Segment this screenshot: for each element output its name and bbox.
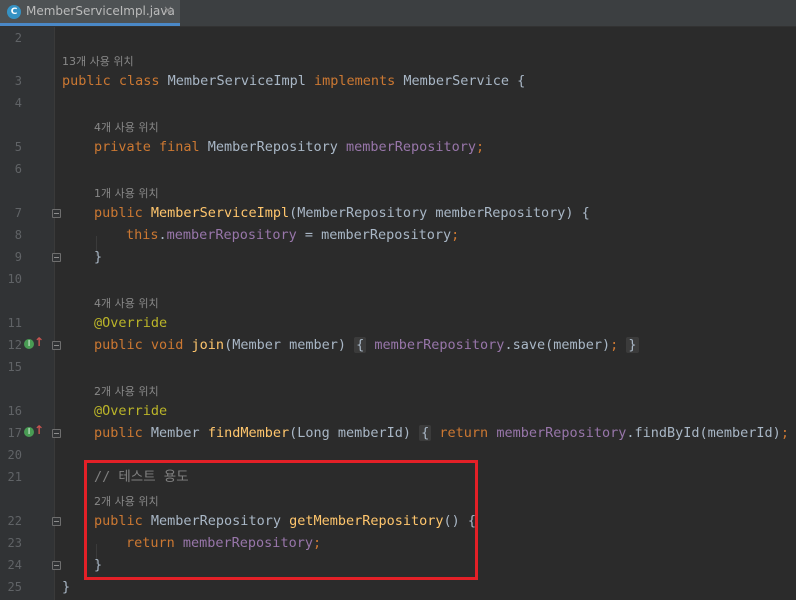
line-number: 23 (7, 536, 22, 550)
line-number: 7 (14, 206, 22, 220)
fold-toggle-icon[interactable] (52, 341, 61, 350)
code-line: 5 private final MemberRepository memberR… (0, 136, 796, 158)
line-number: 16 (7, 404, 22, 418)
usages-hint[interactable]: 4개 사용 위치 (94, 295, 159, 311)
override-annotation: @Override (94, 403, 168, 419)
arrow-up-icon[interactable]: ↑ (34, 335, 44, 349)
code-line: 12 I ↑ public void join(Member member) {… (0, 334, 796, 356)
line-number: 21 (7, 470, 22, 484)
fold-toggle-icon[interactable] (52, 253, 61, 262)
closing-brace: } (94, 249, 103, 265)
fold-toggle-icon[interactable] (52, 429, 61, 438)
editor-tab-bar: C MemberServiceImpl.java × (0, 0, 796, 27)
constructor-declaration: public MemberServiceImpl(MemberRepositor… (94, 205, 590, 221)
line-number: 10 (7, 272, 22, 286)
field-assignment: this.memberRepository = memberRepository… (126, 227, 460, 243)
code-line: 4개 사용 위치 (0, 291, 796, 313)
line-number: 9 (14, 250, 22, 264)
line-number: 25 (7, 580, 22, 594)
code-line: 10 (0, 268, 796, 290)
line-number: 6 (14, 162, 22, 176)
highlight-box (84, 460, 478, 580)
code-line: 9 } (0, 246, 796, 268)
usages-hint[interactable]: 2개 사용 위치 (94, 383, 159, 399)
code-line: 1개 사용 위치 (0, 181, 796, 203)
line-number: 8 (14, 228, 22, 242)
line-number: 11 (7, 316, 22, 330)
line-number: 2 (14, 31, 22, 45)
usages-hint[interactable]: 4개 사용 위치 (94, 119, 159, 135)
code-line: 3 public class MemberServiceImpl impleme… (0, 70, 796, 92)
usages-hint[interactable]: 13개 사용 위치 (62, 53, 134, 69)
usages-hint[interactable]: 1개 사용 위치 (94, 185, 159, 201)
line-number: 22 (7, 514, 22, 528)
line-number: 5 (14, 140, 22, 154)
code-line: 6 (0, 158, 796, 180)
line-number: 17 (7, 426, 22, 440)
class-closing-brace: } (62, 579, 71, 595)
code-line: 15 (0, 356, 796, 378)
find-member-method: public Member findMember(Long memberId) … (94, 425, 789, 441)
fold-toggle-icon[interactable] (52, 561, 61, 570)
line-number: 12 (7, 338, 22, 352)
class-declaration: public class MemberServiceImpl implement… (62, 73, 526, 89)
code-line: 2개 사용 위치 (0, 379, 796, 401)
override-annotation: @Override (94, 315, 168, 331)
code-line: 13개 사용 위치 (0, 49, 796, 71)
code-line: 8 this.memberRepository = memberReposito… (0, 224, 796, 246)
join-method: public void join(Member member) { member… (94, 337, 639, 353)
code-line: 4 (0, 92, 796, 114)
line-number: 3 (14, 74, 22, 88)
implements-gutter-icon[interactable]: I (24, 339, 34, 349)
code-line: 17 I ↑ public Member findMember(Long mem… (0, 422, 796, 444)
fold-toggle-icon[interactable] (52, 209, 61, 218)
arrow-up-icon[interactable]: ↑ (34, 423, 44, 437)
fold-toggle-icon[interactable] (52, 517, 61, 526)
code-line: 16 @Override (0, 400, 796, 422)
code-line: 11 @Override (0, 312, 796, 334)
close-tab-icon[interactable]: × (163, 3, 173, 17)
line-number: 15 (7, 360, 22, 374)
line-number: 20 (7, 448, 22, 462)
code-line: 4개 사용 위치 (0, 115, 796, 137)
line-number: 4 (14, 96, 22, 110)
code-line: 7 public MemberServiceImpl(MemberReposit… (0, 202, 796, 224)
line-number: 24 (7, 558, 22, 572)
file-tab[interactable]: C MemberServiceImpl.java × (0, 0, 180, 26)
code-line: 2 (0, 27, 796, 49)
file-tab-label: MemberServiceImpl.java (26, 4, 175, 18)
java-class-icon: C (7, 5, 21, 19)
implements-gutter-icon[interactable]: I (24, 427, 34, 437)
field-declaration: private final MemberRepository memberRep… (94, 139, 485, 155)
